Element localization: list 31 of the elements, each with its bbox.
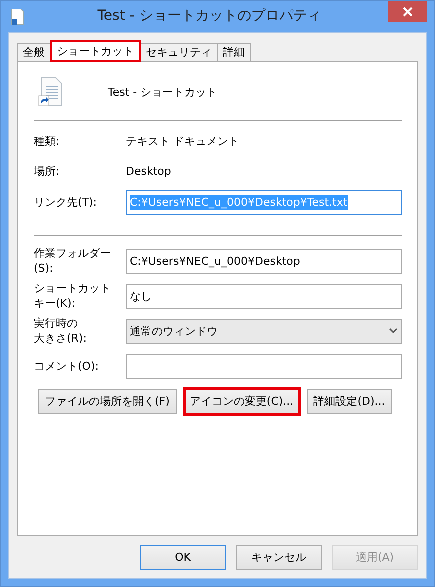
dialog-button[interactable]: キャンセル: [236, 545, 322, 570]
input-field[interactable]: なし: [126, 284, 402, 308]
field-value: テキスト ドキュメント: [126, 134, 240, 148]
size-dropdown[interactable]: 通常のウィンドウ: [126, 318, 402, 344]
action-button[interactable]: 詳細設定(D)...: [306, 389, 392, 414]
action-button[interactable]: アイコンの変更(C)...: [182, 387, 301, 416]
field-label: キー(K):: [34, 296, 76, 311]
tab[interactable]: 詳細: [217, 43, 251, 62]
field-label: 作業フォルダー: [34, 246, 111, 261]
field-label: 実行時の: [34, 316, 78, 331]
shortcut-name: Test - ショートカット: [108, 84, 218, 100]
shortcut-file-icon: [38, 77, 64, 107]
window-title: Test - ショートカットのプロパティ: [96, 7, 322, 25]
field-label: ショートカット: [34, 281, 111, 296]
close-icon: [402, 6, 412, 16]
field-value: Desktop: [126, 164, 172, 178]
close-button[interactable]: [388, 1, 427, 22]
field-label: リンク先(T):: [34, 195, 98, 210]
field-label: 場所:: [34, 164, 61, 178]
field-label: コメント(O):: [34, 358, 99, 374]
dialog-button[interactable]: OK: [140, 545, 226, 570]
input-field[interactable]: C:¥Users¥NEC_u_000¥Desktop: [126, 248, 402, 274]
field-label: 大きさ(R):: [34, 331, 87, 346]
input-field[interactable]: [126, 354, 402, 378]
tab[interactable]: 全般: [17, 43, 51, 62]
field-label: (S):: [34, 261, 54, 276]
document-icon: [11, 9, 25, 25]
action-button[interactable]: ファイルの場所を開く(F): [38, 389, 177, 414]
tab[interactable]: ショートカット: [50, 40, 141, 62]
field-label: 種類:: [34, 134, 61, 148]
chevron-down-icon: [389, 328, 398, 334]
